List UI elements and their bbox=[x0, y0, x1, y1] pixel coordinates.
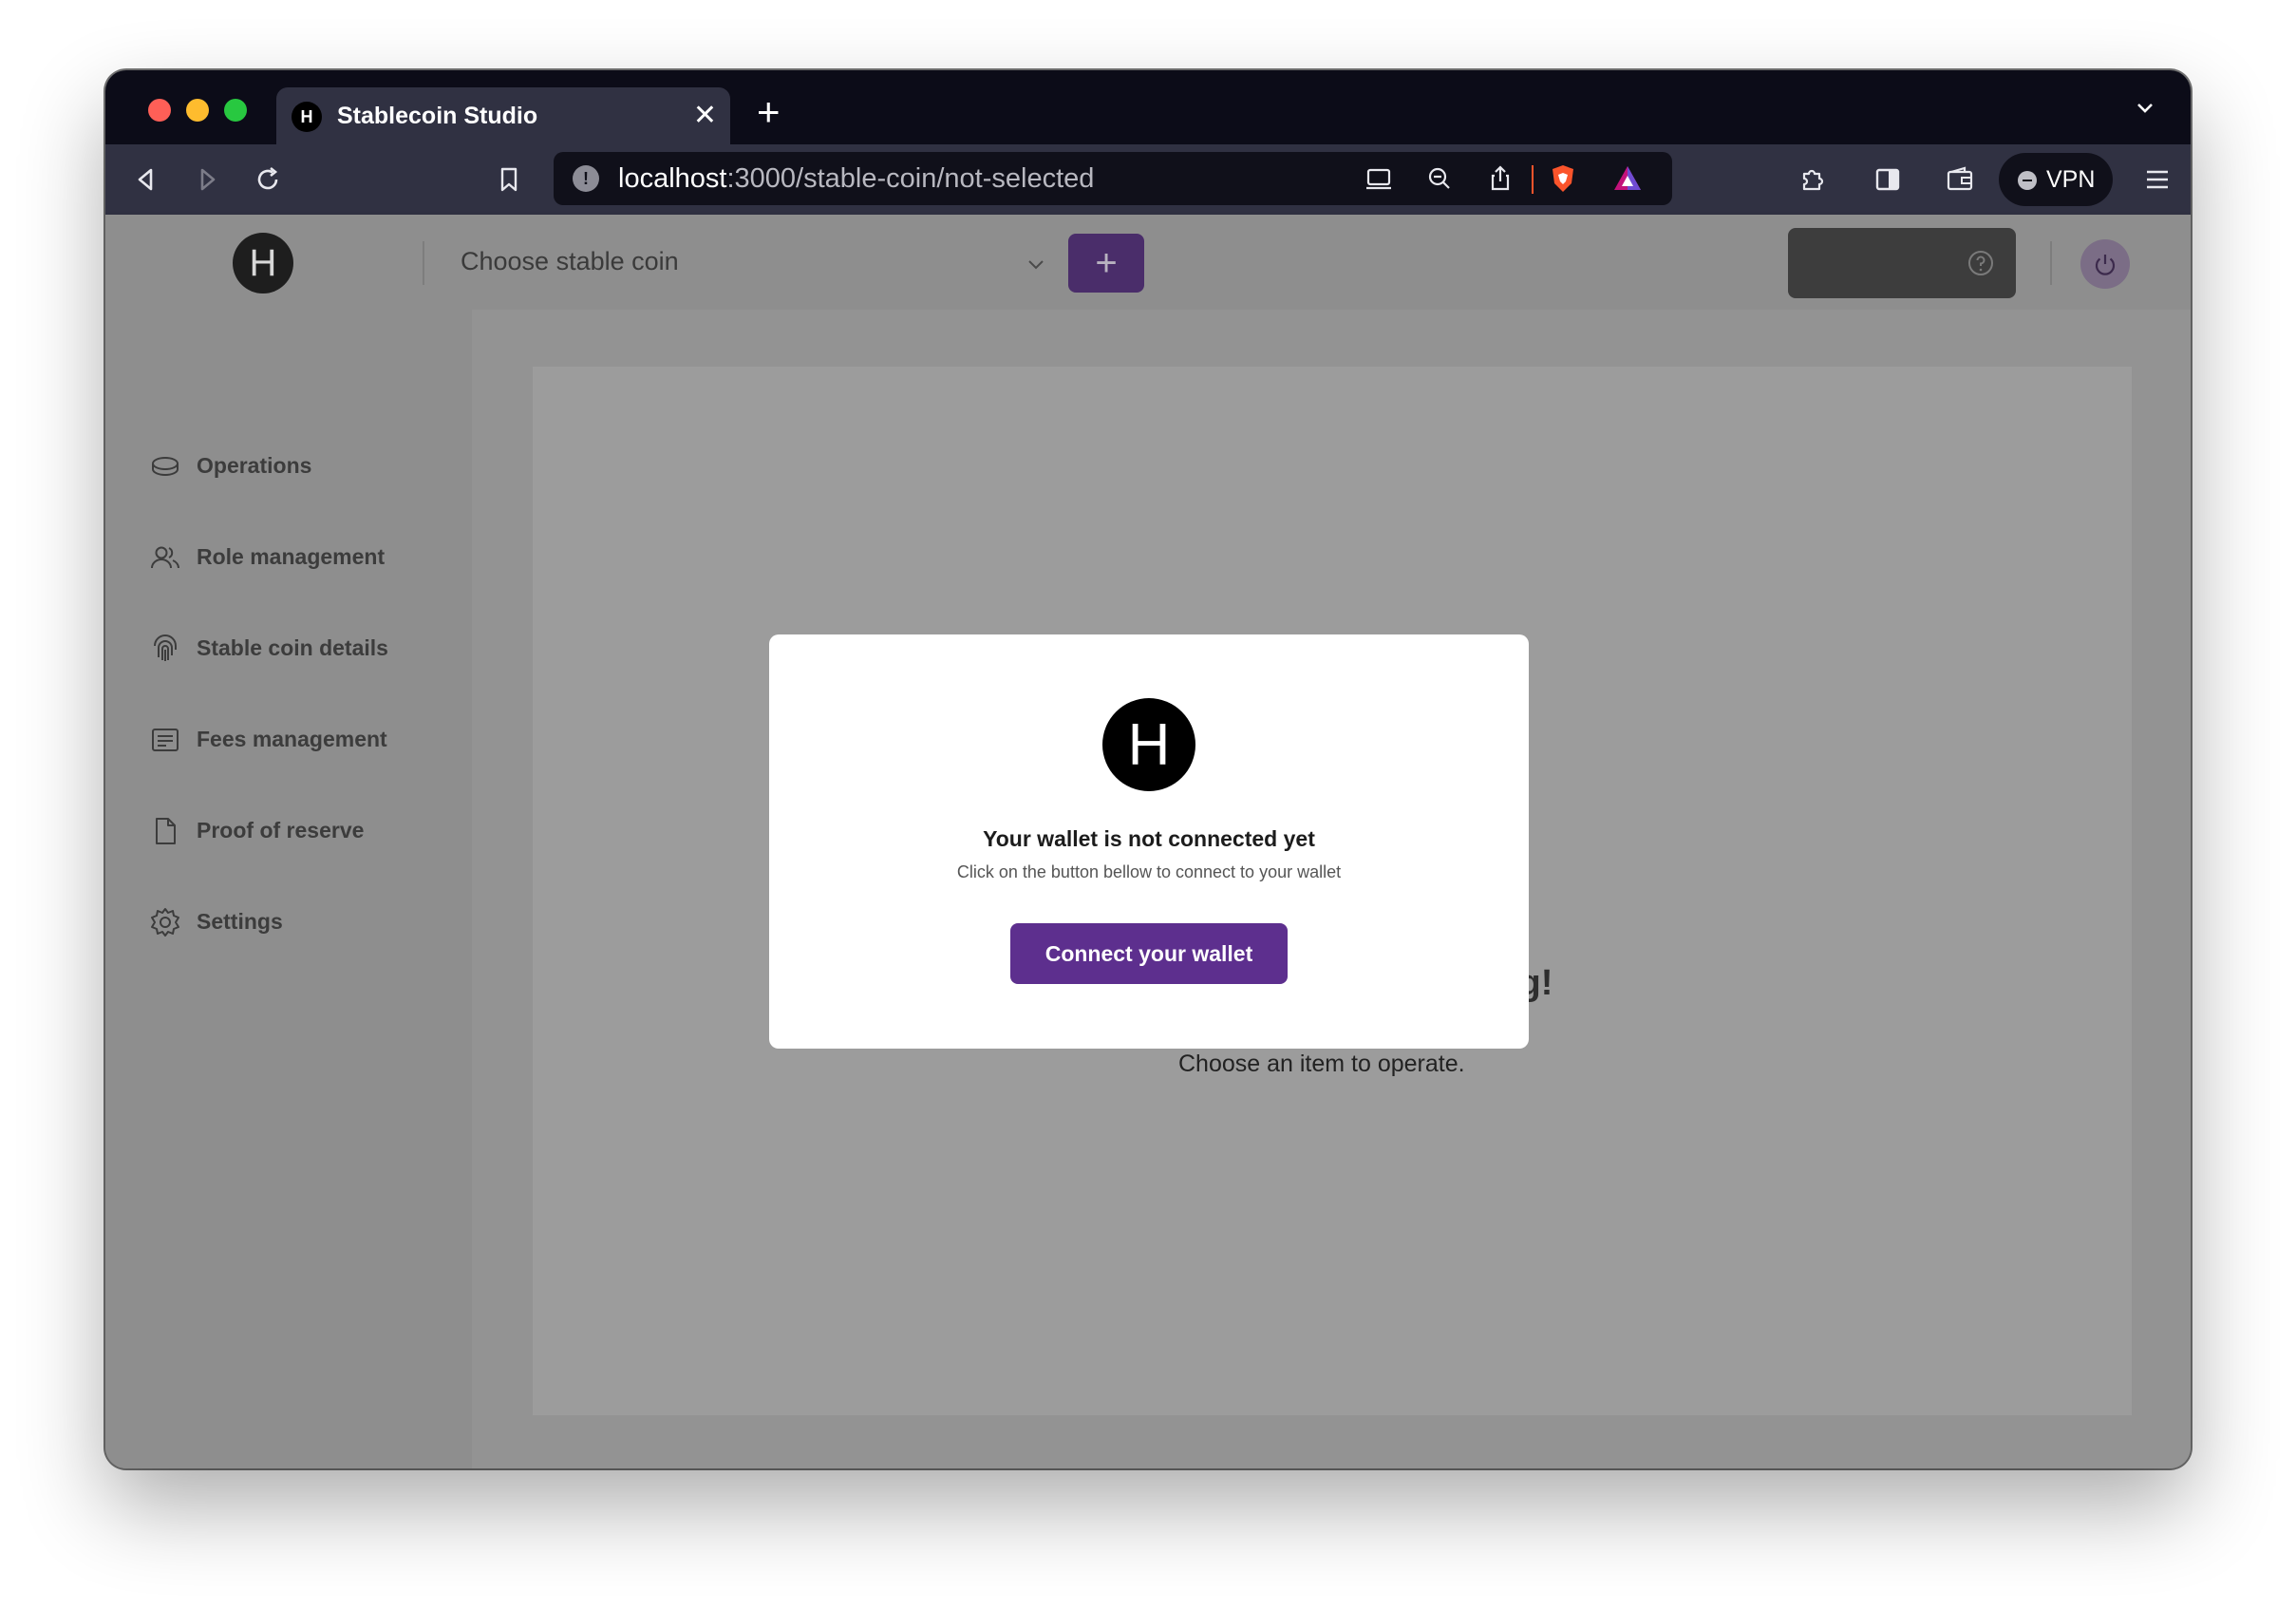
cast-icon[interactable] bbox=[1363, 162, 1395, 195]
sidebar-item-proof-of-reserve[interactable]: Proof of reserve bbox=[149, 811, 453, 849]
wallet-icon[interactable] bbox=[1944, 163, 1976, 196]
coins-icon bbox=[152, 457, 179, 476]
brave-shields-icon[interactable] bbox=[1547, 162, 1579, 195]
modal-subtitle: Click on the button bellow to connect to… bbox=[956, 862, 1342, 881]
share-icon[interactable] bbox=[1484, 162, 1516, 195]
tab-title: Stablecoin Studio bbox=[337, 103, 538, 129]
hedera-logo: H bbox=[1102, 698, 1195, 791]
vpn-status-icon bbox=[2018, 171, 2037, 190]
site-info-icon[interactable]: ! bbox=[573, 165, 599, 192]
hedera-logo: H bbox=[233, 233, 293, 293]
new-tab-button[interactable]: + bbox=[757, 89, 781, 135]
header-divider-right bbox=[2050, 241, 2052, 285]
browser-toolbar: ! localhost:3000/stable-coin/not-selecte… bbox=[105, 144, 2191, 215]
sidebar-item-label: Role management bbox=[197, 544, 386, 569]
fingerprint-icon bbox=[154, 634, 177, 661]
tab-close-icon[interactable]: ✕ bbox=[693, 99, 717, 132]
url-text: localhost:3000/stable-coin/not-selected bbox=[618, 163, 1095, 194]
brave-rewards-icon[interactable] bbox=[1611, 162, 1644, 195]
background-instruction: Choose an item to operate. bbox=[1178, 1051, 1465, 1077]
sidebar-item-label: Proof of reserve bbox=[197, 818, 365, 842]
users-icon bbox=[151, 546, 179, 569]
connect-wallet-modal: H Your wallet is not connected yet Click… bbox=[769, 634, 1529, 1049]
modal-title: Your wallet is not connected yet bbox=[983, 826, 1315, 851]
bookmark-icon[interactable] bbox=[493, 163, 525, 196]
tab-list-chevron-icon[interactable] bbox=[2134, 97, 2156, 120]
sidebar-item-label: Fees management bbox=[197, 727, 387, 751]
gear-icon bbox=[151, 908, 179, 937]
extensions-icon[interactable] bbox=[1796, 163, 1828, 196]
vpn-label: VPN bbox=[2046, 166, 2096, 193]
sidebar-item-operations[interactable]: Operations bbox=[149, 446, 453, 484]
header-divider bbox=[423, 241, 424, 285]
add-stable-coin-button[interactable]: + bbox=[1068, 234, 1144, 293]
app-header: H Choose stable coin + bbox=[105, 215, 2191, 310]
vpn-button[interactable]: VPN bbox=[1999, 153, 2113, 206]
connect-wallet-button[interactable]: Connect your wallet bbox=[1010, 923, 1288, 984]
reload-icon[interactable] bbox=[252, 163, 284, 196]
wallet-status-box[interactable] bbox=[1788, 228, 2016, 298]
receipt-icon bbox=[152, 729, 179, 751]
sidebar-item-label: Stable coin details bbox=[197, 635, 388, 660]
address-bar[interactable]: ! localhost:3000/stable-coin/not-selecte… bbox=[554, 152, 1672, 205]
stable-coin-select-placeholder: Choose stable coin bbox=[461, 247, 679, 275]
sidebar-item-stable-coin-details[interactable]: Stable coin details bbox=[149, 629, 453, 667]
power-icon bbox=[2095, 255, 2116, 275]
sidebar-item-label: Settings bbox=[197, 909, 283, 934]
stable-coin-select[interactable]: Choose stable coin bbox=[461, 247, 1049, 285]
url-separator bbox=[1532, 165, 1534, 194]
sidebar-item-fees-management[interactable]: Fees management bbox=[149, 720, 453, 758]
sidebar: Operations Role management Stable coin d… bbox=[105, 310, 472, 1468]
back-icon[interactable] bbox=[130, 163, 162, 196]
forward-icon[interactable] bbox=[191, 163, 223, 196]
browser-window: H Stablecoin Studio ✕ + ! localhost:3000… bbox=[105, 70, 2191, 1468]
close-window-button[interactable] bbox=[148, 99, 171, 122]
zoom-out-icon[interactable] bbox=[1423, 162, 1456, 195]
sidebar-toggle-icon[interactable] bbox=[1872, 163, 1904, 196]
sidebar-item-settings[interactable]: Settings bbox=[149, 902, 453, 940]
tab-strip: H Stablecoin Studio ✕ + bbox=[105, 70, 2191, 144]
help-icon[interactable] bbox=[1967, 249, 1995, 277]
chevron-down-icon bbox=[1028, 260, 1044, 270]
tab-favicon-icon: H bbox=[292, 102, 322, 132]
maximize-window-button[interactable] bbox=[224, 99, 247, 122]
sidebar-item-role-management[interactable]: Role management bbox=[149, 538, 453, 576]
menu-icon[interactable] bbox=[2141, 163, 2174, 196]
file-icon bbox=[156, 818, 176, 844]
sidebar-item-label: Operations bbox=[197, 453, 312, 478]
tab-stablecoin-studio[interactable]: H Stablecoin Studio ✕ bbox=[276, 87, 730, 144]
minimize-window-button[interactable] bbox=[186, 99, 209, 122]
disconnect-button[interactable] bbox=[2080, 239, 2130, 289]
